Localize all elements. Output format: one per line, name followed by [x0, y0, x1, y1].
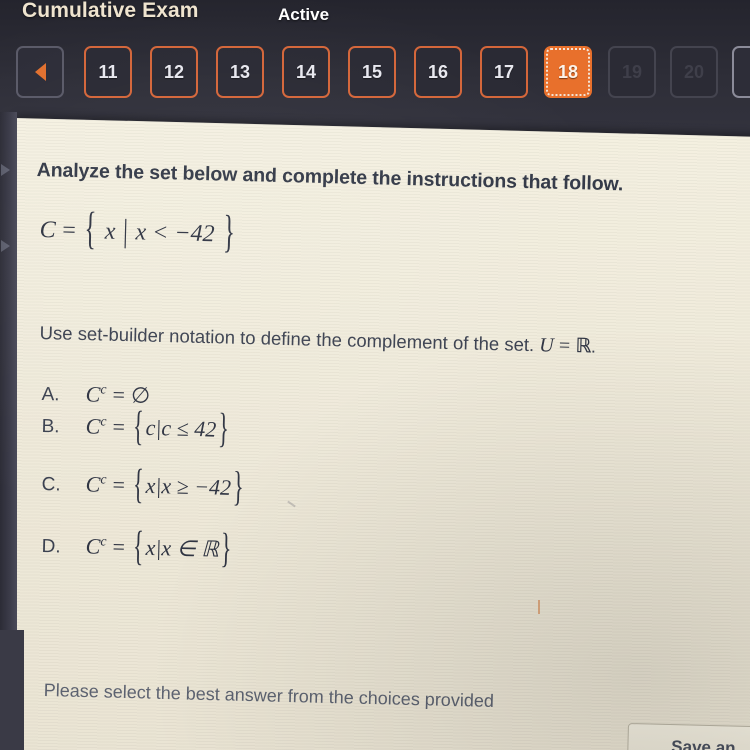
question-button-20: 20: [670, 46, 718, 98]
exam-header: Cumulative Exam Active 11 12 13 14 15 16…: [0, 0, 750, 118]
save-and-exit-button[interactable]: Save an: [626, 723, 750, 750]
question-button-16[interactable]: 16: [414, 46, 462, 98]
question-button-15[interactable]: 15: [348, 46, 396, 98]
choice-letter-c: C.: [41, 474, 61, 496]
choice-d-body: x|x ∈ ℝ: [145, 534, 220, 562]
status-badge: Active: [278, 5, 330, 24]
strip-marker-icon: [1, 240, 10, 252]
next-question-button[interactable]: [732, 46, 750, 98]
set-name: C: [39, 216, 56, 244]
choice-c-open-brace: {: [132, 459, 145, 508]
choice-expression-b: Cc = {c|c ≤ 42}: [85, 402, 231, 452]
page-title: Cumulative Exam: [22, 0, 199, 22]
choice-c-close-brace: }: [232, 462, 245, 511]
question-button-12[interactable]: 12: [150, 46, 198, 98]
question-button-14[interactable]: 14: [282, 46, 330, 98]
universe-name: U: [539, 334, 555, 357]
question-button-11[interactable]: 11: [84, 46, 132, 98]
set-close-brace: }: [222, 208, 236, 259]
question-button-18[interactable]: 18: [544, 46, 592, 98]
choice-c-superscript: c: [100, 471, 107, 487]
choice-b-open-brace: {: [132, 401, 145, 450]
set-condition: x < −42: [135, 219, 215, 248]
set-divider: |: [122, 214, 129, 250]
exam-screenshot-photo: Cumulative Exam Active 11 12 13 14 15 16…: [0, 0, 750, 750]
previous-question-button[interactable]: [16, 46, 64, 98]
set-definition: C = { x | x < −42 }: [39, 205, 237, 258]
answer-choice-b[interactable]: B. Cc = {c|c ≤ 42}: [41, 402, 231, 452]
bottom-left-strip: [0, 630, 24, 750]
choice-b-body: c|c ≤ 42: [145, 414, 217, 442]
choice-b-close-brace: }: [217, 403, 230, 452]
choice-letter-d: D.: [41, 536, 61, 558]
photo-speck: [538, 600, 540, 614]
choice-expression-d: Cc = {x|x ∈ ℝ}: [85, 522, 233, 572]
choice-c-lhs: C: [85, 471, 101, 497]
choice-letter-b: B.: [41, 416, 60, 438]
left-side-strip: [0, 112, 17, 672]
answer-choice-d[interactable]: D. Cc = {x|x ∈ ℝ}: [41, 522, 233, 572]
choice-d-lhs: C: [85, 533, 101, 559]
choice-d-superscript: c: [100, 533, 107, 549]
choice-d-equals: =: [112, 534, 126, 560]
set-open-brace: {: [83, 204, 97, 255]
set-equals: =: [62, 217, 77, 244]
choice-c-body: x|x ≥ −42: [145, 472, 232, 500]
choice-a-superscript: c: [100, 381, 107, 397]
question-button-17[interactable]: 17: [480, 46, 528, 98]
choice-a-lhs: C: [85, 381, 101, 407]
choice-d-open-brace: {: [132, 521, 145, 570]
instruction-period: .: [590, 335, 597, 357]
choice-c-equals: =: [112, 472, 126, 498]
answer-choice-c[interactable]: C. Cc = {x|x ≥ −42}: [41, 460, 246, 510]
universe-equals: =: [558, 334, 571, 357]
choice-b-equals: =: [112, 414, 126, 440]
universe-value: ℝ: [575, 333, 592, 358]
choice-b-lhs: C: [85, 413, 101, 439]
choice-expression-c: Cc = {x|x ≥ −42}: [85, 460, 246, 510]
strip-marker-icon: [1, 164, 10, 176]
set-variable: x: [104, 218, 116, 245]
left-arrow-icon: [34, 63, 46, 81]
question-button-13[interactable]: 13: [216, 46, 264, 98]
choice-b-superscript: c: [100, 413, 107, 429]
choice-a-equals: =: [112, 382, 126, 408]
choice-d-close-brace: }: [220, 524, 232, 572]
question-button-19: 19: [608, 46, 656, 98]
choice-letter-a: A.: [41, 384, 60, 406]
